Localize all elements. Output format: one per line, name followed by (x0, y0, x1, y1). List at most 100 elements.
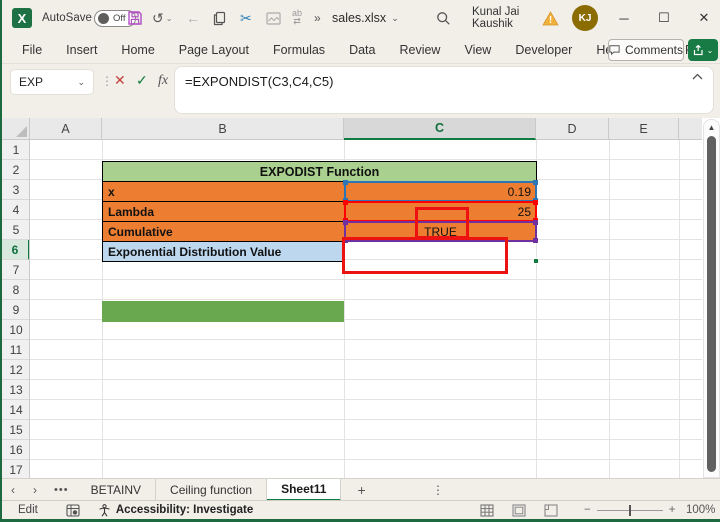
collapse-formula-bar-icon[interactable] (692, 73, 703, 80)
sheet-tab-betainv[interactable]: BETAINV (77, 478, 157, 501)
row-header-2[interactable]: 2 (2, 160, 29, 180)
user-avatar[interactable]: KJ (572, 5, 598, 31)
accessibility-status[interactable]: Accessibility: Investigate (98, 503, 253, 517)
menu-tab-insert[interactable]: Insert (54, 43, 109, 57)
sheet-nav-right-icon[interactable]: › (24, 483, 46, 497)
cell-label-b4[interactable]: Lambda (102, 201, 345, 222)
undo-chevron-icon: ⌄ (165, 13, 173, 23)
column-header-b[interactable]: B (102, 118, 344, 140)
menu-tab-data[interactable]: Data (337, 43, 387, 57)
page-break-view-icon[interactable] (544, 503, 558, 517)
annotation-box-formula (342, 237, 508, 274)
scroll-up-icon[interactable]: ▲ (704, 123, 719, 132)
sheet-nav-left-icon[interactable]: ‹ (2, 483, 24, 497)
user-name[interactable]: Kunal Jai Kaushik (472, 0, 560, 36)
menu-tab-developer[interactable]: Developer (503, 43, 584, 57)
menu-tab-formulas[interactable]: Formulas (261, 43, 337, 57)
excel-logo-letter: X (12, 8, 32, 28)
cell-label-b5[interactable]: Cumulative (102, 221, 345, 242)
zoom-out-icon[interactable]: − (584, 504, 591, 516)
cell-green-b9[interactable] (102, 301, 344, 322)
save-icon[interactable] (127, 0, 143, 36)
row-header-1[interactable]: 1 (2, 140, 29, 160)
comment-icon (609, 45, 620, 56)
row-header-17[interactable]: 17 (2, 460, 29, 478)
cell-mode-indicator: Edit (18, 504, 38, 516)
maximize-button[interactable]: ☐ (654, 0, 674, 36)
close-button[interactable]: ✕ (694, 0, 714, 36)
column-header-a[interactable]: A (30, 118, 102, 140)
row-header-9[interactable]: 9 (2, 300, 29, 320)
vertical-scroll-thumb[interactable] (707, 136, 716, 472)
sheet-tab-sheet11[interactable]: Sheet11 (267, 478, 342, 501)
vertical-scrollbar[interactable]: ▲ (703, 119, 720, 478)
menu-tab-review[interactable]: Review (387, 43, 452, 57)
excel-window: X AutoSave Off ↺ ⌄ ← ✂ ab ⇄ » sales.xlsx ⌄ (0, 0, 720, 522)
share-button[interactable]: ⌄ (688, 39, 718, 61)
row-header-8[interactable]: 8 (2, 280, 29, 300)
column-header-e[interactable]: E (609, 118, 679, 140)
column-header-c[interactable]: C (344, 118, 536, 140)
row-header-15[interactable]: 15 (2, 420, 29, 440)
row-header-16[interactable]: 16 (2, 440, 29, 460)
row-header-6[interactable]: 6 (2, 240, 29, 260)
add-sheet-button[interactable]: + (341, 482, 381, 498)
cut-icon[interactable]: ✂ (240, 0, 252, 36)
tabbar-dots-icon[interactable]: ⋮ (432, 483, 444, 497)
select-all-corner[interactable] (2, 118, 30, 140)
menu-tab-view[interactable]: View (452, 43, 503, 57)
macro-record-icon[interactable] (66, 503, 80, 517)
excel-app-icon[interactable]: X (12, 0, 32, 36)
cell-label-b6[interactable]: Exponential Distribution Value (102, 241, 345, 262)
filename-chevron-icon: ⌄ (391, 12, 399, 23)
paste-picture-icon[interactable] (266, 0, 281, 36)
cell-label-b3[interactable]: x (102, 181, 345, 202)
more-commands-icon[interactable]: » (314, 0, 321, 36)
toggle-knob-icon (98, 12, 109, 24)
insert-function-icon[interactable]: fx (158, 73, 168, 89)
row-header-14[interactable]: 14 (2, 400, 29, 420)
column-header-d[interactable]: D (536, 118, 609, 140)
annotation-box-true (415, 207, 469, 239)
row-header-12[interactable]: 12 (2, 360, 29, 380)
fill-handle[interactable] (533, 258, 539, 264)
comments-button[interactable]: Comments (608, 39, 684, 61)
formula-input[interactable]: =EXPONDIST(C3,C4,C5) (174, 66, 714, 114)
column-headers: A B C D E (30, 118, 702, 140)
row-header-13[interactable]: 13 (2, 380, 29, 400)
search-icon[interactable] (436, 0, 451, 36)
cell-title-b2[interactable]: EXPODIST Function (102, 161, 537, 182)
share-chevron-icon: ⌄ (706, 45, 714, 55)
name-box[interactable]: EXP ⌄ (10, 69, 94, 95)
undo-icon[interactable]: ↺ ⌄ (152, 0, 172, 36)
cancel-entry-icon[interactable]: ✕ (114, 72, 126, 89)
back-arrow-icon[interactable]: ← (186, 0, 200, 36)
confirm-entry-icon[interactable]: ✓ (136, 72, 148, 89)
row-header-3[interactable]: 3 (2, 180, 29, 200)
zoom-slider[interactable] (596, 504, 663, 516)
sheet-more-icon[interactable]: ••• (46, 484, 77, 496)
row-header-5[interactable]: 5 (2, 220, 29, 240)
row-header-4[interactable]: 4 (2, 200, 29, 220)
menu-tab-home[interactable]: Home (109, 43, 166, 57)
title-bar: X AutoSave Off ↺ ⌄ ← ✂ ab ⇄ » sales.xlsx ⌄ (2, 0, 720, 36)
minimize-button[interactable]: ─ (614, 0, 634, 36)
sheet-tab-ceiling-function[interactable]: Ceiling function (156, 478, 268, 501)
row-header-7[interactable]: 7 (2, 260, 29, 280)
accessibility-icon (99, 503, 110, 517)
menu-tab-page-layout[interactable]: Page Layout (167, 43, 261, 57)
row-headers: 1 2 3 4 5 6 7 8 9 10 11 12 13 14 15 16 17 (2, 140, 30, 478)
normal-view-icon[interactable] (480, 503, 494, 517)
menu-tab-file[interactable]: File (10, 43, 54, 57)
row-header-11[interactable]: 11 (2, 340, 29, 360)
share-icon (693, 44, 703, 56)
ribbon-tab-bar: File Insert Home Page Layout Formulas Data Rev… (2, 36, 720, 64)
zoom-level[interactable]: 100% (686, 504, 715, 516)
formula-text: =EXPONDIST(C3,C4,C5) (185, 74, 334, 89)
zoom-slider-thumb[interactable] (628, 504, 631, 516)
document-title[interactable]: sales.xlsx ⌄ (332, 0, 399, 36)
page-layout-view-icon[interactable] (512, 503, 526, 517)
zoom-in-icon[interactable]: + (669, 504, 676, 516)
row-header-10[interactable]: 10 (2, 320, 29, 340)
copy-icon[interactable] (212, 0, 227, 36)
